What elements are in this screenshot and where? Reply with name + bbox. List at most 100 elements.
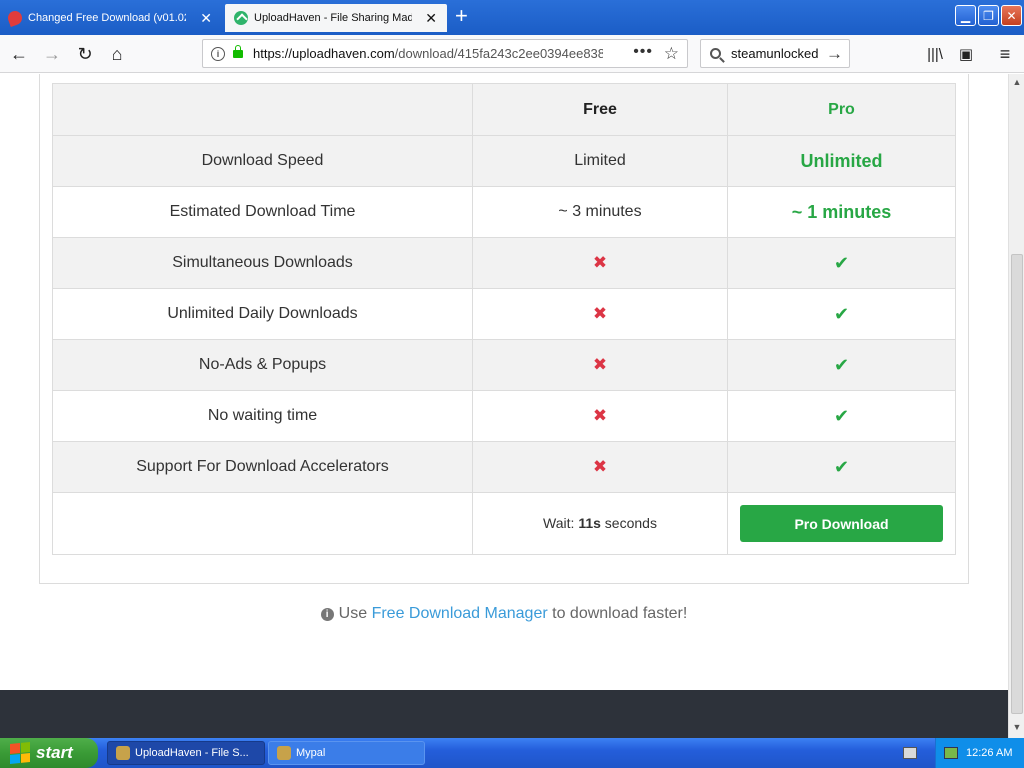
header-pro: Pro	[727, 83, 956, 136]
check-icon: ✔	[833, 303, 850, 324]
table-row: Support For Download Accelerators ✖ ✔	[52, 441, 956, 493]
feature-label: Estimated Download Time	[52, 186, 473, 238]
table-row: Simultaneous Downloads ✖ ✔	[52, 237, 956, 289]
header-free: Free	[472, 83, 728, 136]
cross-icon: ✖	[592, 253, 608, 272]
header-feature	[52, 83, 473, 136]
pro-value: ✔	[727, 390, 956, 442]
pro-value: Unlimited	[727, 135, 956, 187]
cross-icon: ✖	[592, 457, 608, 476]
close-icon[interactable]: ✕	[425, 11, 437, 25]
info-icon[interactable]: i	[211, 46, 225, 61]
library-icon[interactable]: |||\	[925, 44, 945, 64]
network-icon[interactable]	[944, 747, 958, 759]
pro-value: ~ 1 minutes	[727, 186, 956, 238]
page-footer	[0, 690, 1008, 738]
feature-label: No waiting time	[52, 390, 473, 442]
back-icon[interactable]: ←	[9, 44, 29, 64]
feature-label: Unlimited Daily Downloads	[52, 288, 473, 340]
download-manager-note: i Use Free Download Manager to download f…	[0, 605, 1008, 623]
bookmark-star-icon[interactable]: ☆	[664, 44, 679, 64]
wait-timer: Wait: 11s seconds	[472, 492, 728, 555]
pro-value: ✔	[727, 441, 956, 493]
feature-label: No-Ads & Popups	[52, 339, 473, 391]
free-value: ✖	[472, 441, 728, 493]
sidebar-icon[interactable]: ▣	[956, 44, 976, 64]
page-actions-icon[interactable]: •••	[633, 43, 653, 61]
search-text[interactable]: steamunlocked	[731, 46, 818, 61]
info-icon: i	[320, 608, 334, 621]
table-header-row: Free Pro	[52, 83, 956, 136]
check-icon: ✔	[833, 354, 850, 375]
check-icon: ✔	[833, 456, 850, 477]
plan-comparison-table: Free Pro Download Speed Limited Unlimite…	[52, 83, 956, 555]
pro-value: ✔	[727, 339, 956, 391]
search-input[interactable]: steamunlocked →	[700, 39, 850, 68]
close-icon[interactable]: ✕	[200, 11, 212, 25]
table-row: No-Ads & Popups ✖ ✔	[52, 339, 956, 391]
free-value: ✖	[472, 390, 728, 442]
scroll-down-icon[interactable]: ▼	[1011, 722, 1023, 734]
tab-changed-free-download[interactable]: Changed Free Download (v01.02. ✕	[0, 4, 222, 32]
wait-seconds: 11s	[578, 514, 601, 531]
tab-title: UploadHaven - File Sharing Made S	[254, 12, 412, 24]
free-value: ✖	[472, 237, 728, 289]
search-go-icon[interactable]: →	[826, 44, 843, 64]
windows-logo-icon	[10, 741, 30, 765]
uploadhaven-favicon-icon	[234, 11, 248, 25]
empty-cell	[52, 492, 473, 555]
tab-bar: Changed Free Download (v01.02. ✕ UploadH…	[0, 0, 1024, 35]
feature-label: Download Speed	[52, 135, 473, 187]
check-icon: ✔	[833, 405, 850, 426]
taskbar: start UploadHaven - File S... Mypal 12:2…	[0, 738, 1024, 768]
mypal-app-icon	[277, 746, 291, 760]
clock[interactable]: 12:26 AM	[966, 747, 1012, 759]
table-row: Download Speed Limited Unlimited	[52, 135, 956, 187]
tab-uploadhaven[interactable]: UploadHaven - File Sharing Made S ✕	[225, 4, 447, 32]
restore-button[interactable]: ❐	[978, 5, 999, 26]
check-icon: ✔	[833, 252, 850, 273]
lock-icon[interactable]	[233, 44, 243, 58]
taskbar-item-mypal[interactable]: Mypal	[268, 741, 425, 765]
feature-label: Support For Download Accelerators	[52, 441, 473, 493]
close-window-button[interactable]: ✕	[1001, 5, 1022, 26]
page-content: Free Pro Download Speed Limited Unlimite…	[0, 74, 1008, 738]
search-icon	[710, 48, 721, 59]
pro-download-cell: Pro Download	[727, 492, 956, 555]
feature-label: Simultaneous Downloads	[52, 237, 473, 289]
cross-icon: ✖	[592, 304, 608, 323]
menu-icon[interactable]: ≡	[995, 44, 1015, 64]
scroll-up-icon[interactable]: ▲	[1011, 77, 1023, 89]
table-row: No waiting time ✖ ✔	[52, 390, 956, 442]
start-button[interactable]: start	[0, 738, 98, 768]
url-bar[interactable]: i https://uploadhaven.com/download/415fa…	[202, 39, 688, 68]
taskbar-item-uploadhaven[interactable]: UploadHaven - File S...	[107, 741, 265, 765]
pro-download-button[interactable]: Pro Download	[740, 505, 943, 542]
free-download-manager-link[interactable]: Free Download Manager	[372, 605, 548, 622]
cross-icon: ✖	[592, 355, 608, 374]
minimize-button[interactable]: ▁	[955, 5, 976, 26]
rose-favicon-icon	[6, 9, 24, 27]
free-value: ~ 3 minutes	[472, 186, 728, 238]
pro-value: ✔	[727, 288, 956, 340]
table-row: Estimated Download Time ~ 3 minutes ~ 1 …	[52, 186, 956, 238]
url-text[interactable]: https://uploadhaven.com/download/415fa24…	[253, 46, 603, 61]
reload-icon[interactable]: ↻	[75, 44, 95, 64]
free-value: Limited	[472, 135, 728, 187]
forward-icon[interactable]: →	[42, 44, 62, 64]
system-tray: 12:26 AM	[935, 738, 1024, 768]
table-action-row: Wait: 11s seconds Pro Download	[52, 492, 956, 555]
free-value: ✖	[472, 339, 728, 391]
new-tab-icon[interactable]: +	[455, 5, 468, 27]
nav-bar: ← → ↻ ⌂ i https://uploadhaven.com/downlo…	[0, 35, 1024, 73]
scroll-thumb[interactable]	[1011, 254, 1023, 714]
free-value: ✖	[472, 288, 728, 340]
cross-icon: ✖	[592, 406, 608, 425]
pro-value: ✔	[727, 237, 956, 289]
tab-title: Changed Free Download (v01.02.	[28, 12, 186, 24]
table-row: Unlimited Daily Downloads ✖ ✔	[52, 288, 956, 340]
keyboard-icon[interactable]	[903, 747, 917, 759]
vertical-scrollbar[interactable]: ▲ ▼	[1008, 74, 1024, 738]
mypal-app-icon	[116, 746, 130, 760]
home-icon[interactable]: ⌂	[107, 44, 127, 64]
